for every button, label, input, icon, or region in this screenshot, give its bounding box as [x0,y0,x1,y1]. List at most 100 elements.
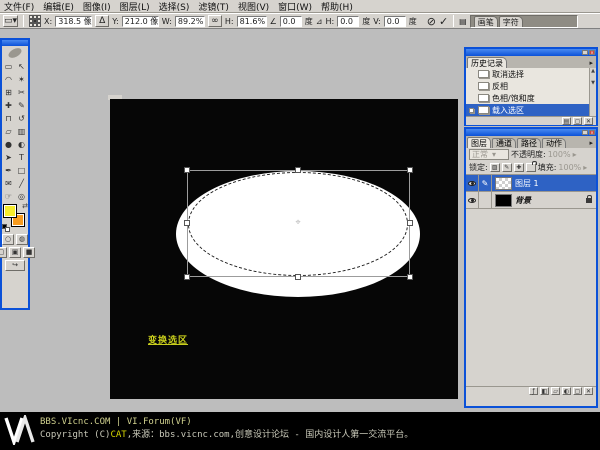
panel-menu-icon[interactable]: ▸ [587,58,595,68]
layer-style-button[interactable]: ƒ [529,387,538,395]
menu-image[interactable]: 图像(I) [83,0,111,13]
rectangular-marquee-tool[interactable]: ▭ [2,59,15,72]
file-browser-toggle-icon[interactable]: ▤ [459,17,467,26]
tab-paths[interactable]: 路径 [517,138,541,148]
blur-tool[interactable]: ● [2,137,15,150]
menu-filter[interactable]: 滤镜(T) [198,0,229,13]
swap-colors-icon[interactable]: ⇄ [22,202,28,210]
clone-stamp-tool[interactable]: ⊓ [2,111,15,124]
transform-handle-middle-right[interactable] [407,220,413,226]
tab-layers[interactable]: 图层 [467,137,491,148]
relative-position-toggle[interactable]: Δ [95,15,110,27]
hand-tool[interactable]: ☞ [2,189,15,202]
history-item-selected[interactable]: 载入选区 [466,104,596,116]
history-item[interactable]: 色相/饱和度 [466,92,596,104]
foreground-color-swatch[interactable] [3,204,17,218]
transform-handle-bottom-center[interactable] [295,274,301,280]
history-item[interactable]: 反相 [466,80,596,92]
eyedropper-tool[interactable]: ╱ [15,176,28,189]
default-colors-icon[interactable] [2,224,10,232]
toolbox-title-bar[interactable] [2,40,28,46]
standard-screen-button[interactable]: ▢ [0,247,7,258]
quick-mask-mode-button[interactable]: ◍ [16,234,28,245]
menu-edit[interactable]: 编辑(E) [43,0,74,13]
shape-tool[interactable]: □ [15,163,28,176]
notes-tool[interactable]: ✉ [2,176,15,189]
menu-view[interactable]: 视图(V) [238,0,269,13]
pen-tool[interactable]: ✒ [2,163,15,176]
type-tool[interactable]: T [15,150,28,163]
transform-handle-top-left[interactable] [184,167,190,173]
layer-row-selected[interactable]: ✎ 图层 1 [466,175,596,192]
angle-input[interactable]: 0.0 [279,15,302,27]
dodge-tool[interactable]: ◐ [15,137,28,150]
menu-file[interactable]: 文件(F) [4,0,34,13]
close-icon[interactable]: × [589,50,595,55]
zoom-tool[interactable]: ◎ [15,189,28,202]
brush-tool[interactable]: ✎ [15,98,28,111]
transform-handle-middle-left[interactable] [184,220,190,226]
layer-thumbnail[interactable] [495,193,512,207]
layer-thumbnail[interactable] [495,176,512,190]
height-input[interactable]: 81.6% [236,15,267,27]
fullscreen-menu-button[interactable]: ▣ [9,247,21,258]
layer-name[interactable]: 图层 1 [515,178,539,189]
crop-tool[interactable]: ⊞ [2,85,15,98]
path-selection-tool[interactable]: ➤ [2,150,15,163]
tab-history[interactable]: 历史记录 [467,57,507,68]
transform-handle-top-center[interactable] [295,167,301,173]
move-tool[interactable]: ↖ [15,59,28,72]
new-snapshot-button[interactable]: ◻ [573,117,582,125]
delete-layer-button[interactable]: ✕ [584,387,593,395]
tool-preset-picker[interactable]: ▭▾ [3,15,19,27]
jump-to-imageready-button[interactable]: ↪ [5,260,25,271]
minimize-icon[interactable] [582,50,588,55]
gradient-tool[interactable]: ▥ [15,124,28,137]
fill-value[interactable]: 100% [558,163,581,172]
skew-h-input[interactable]: 0.0 [337,15,360,27]
link-dimensions-icon[interactable]: ∞ [207,15,222,27]
opacity-value[interactable]: 100% [548,150,571,159]
layers-title-bar[interactable]: × [466,129,596,136]
new-layer-button[interactable]: ▢ [573,387,582,395]
palette-well-tab-brushes[interactable]: 画笔 [473,15,498,27]
commit-transform-button[interactable]: ✓ [439,15,448,28]
x-input[interactable]: 318.5 像 [55,15,93,27]
eraser-tool[interactable]: ▱ [2,124,15,137]
layer-row-background[interactable]: 背景 [466,192,596,209]
close-icon[interactable]: × [589,130,595,135]
visibility-eye-icon[interactable] [468,180,476,186]
menu-layer[interactable]: 图层(L) [120,0,150,13]
skew-v-input[interactable]: 0.0 [383,15,406,27]
history-item[interactable]: 取消选择 [466,68,596,80]
blend-mode-select[interactable]: 正常 ▾ [469,149,509,160]
panel-menu-icon[interactable]: ▸ [587,138,595,148]
fullscreen-button[interactable]: ■ [23,247,35,258]
transform-reference-point[interactable]: ⌖ [294,219,302,228]
magic-wand-tool[interactable]: ✶ [15,72,28,85]
tab-actions[interactable]: 动作 [542,138,566,148]
transform-handle-top-right[interactable] [407,167,413,173]
visibility-eye-icon[interactable] [468,197,476,203]
history-scrollbar[interactable]: ▲ ▼ [589,68,596,116]
fill-spinner-icon[interactable]: ▸ [583,163,587,172]
lasso-tool[interactable]: ◠ [2,72,15,85]
menu-select[interactable]: 选择(S) [159,0,190,13]
layer-name[interactable]: 背景 [515,195,531,206]
reference-point-locator[interactable] [29,15,42,27]
width-input[interactable]: 89.2% [174,15,205,27]
lock-position-button[interactable]: ✚ [513,163,524,172]
lock-transparency-button[interactable]: ▨ [489,163,500,172]
y-input[interactable]: 212.0 像 [121,15,159,27]
lock-paint-button[interactable]: ✎ [501,163,512,172]
palette-well-tab-character[interactable]: 字符 [498,15,523,27]
menu-window[interactable]: 窗口(W) [278,0,312,13]
new-document-from-state-button[interactable]: ▤ [562,117,571,125]
healing-brush-tool[interactable]: ✚ [2,98,15,111]
history-brush-tool[interactable]: ↺ [15,111,28,124]
slice-tool[interactable]: ✂ [15,85,28,98]
tab-channels[interactable]: 通道 [492,138,516,148]
new-group-button[interactable]: ▱ [551,387,560,395]
standard-mode-button[interactable]: ○ [2,234,14,245]
delete-state-button[interactable]: ✕ [584,117,593,125]
